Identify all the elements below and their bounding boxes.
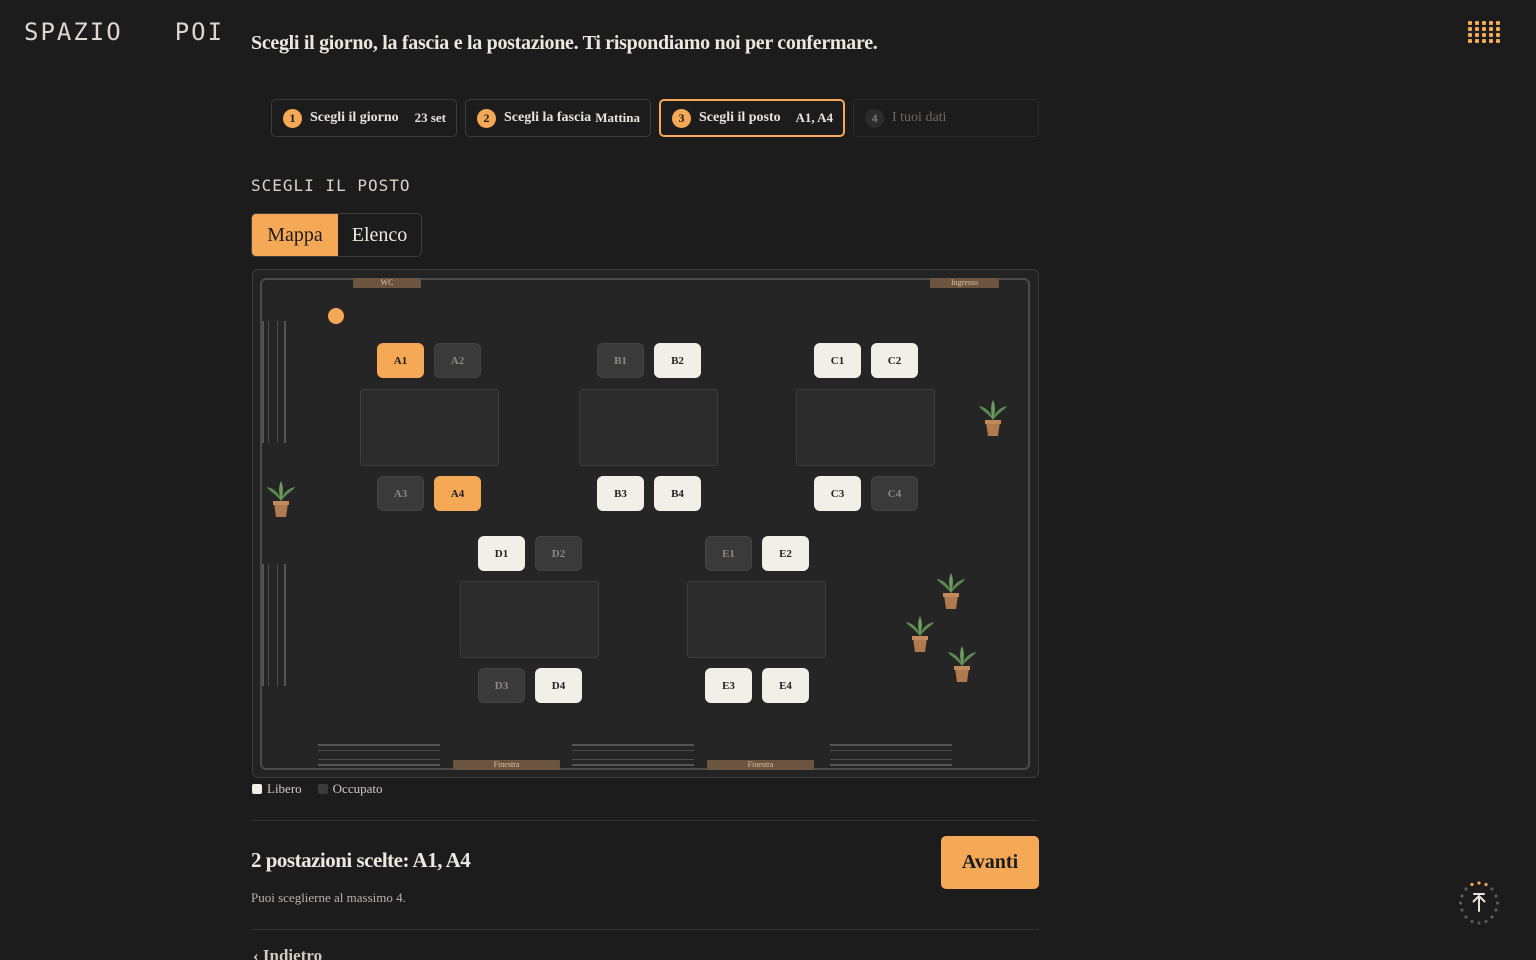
plant-icon — [906, 616, 934, 652]
seat-d1[interactable]: D1 — [478, 536, 525, 571]
desk-table-e — [687, 581, 826, 658]
plant-icon — [979, 400, 1007, 436]
legend-free-label: Libero — [267, 781, 302, 796]
plant-icon — [937, 573, 965, 609]
step-number: 1 — [283, 108, 302, 128]
brand-logo[interactable]: SPAZIO POI — [24, 18, 224, 46]
step-label: Scegli la fascia — [504, 110, 592, 125]
step-number: 2 — [477, 108, 496, 128]
selection-hint: Puoi sceglierne al massimo 4. — [251, 890, 406, 905]
seat-d2[interactable]: D2 — [535, 536, 582, 571]
wc-door: WC — [353, 278, 421, 288]
plant-icon — [267, 481, 295, 517]
next-button[interactable]: Avanti — [941, 836, 1039, 889]
selection-summary: 2 postazioni scelte: A1, A4 — [251, 848, 471, 872]
seat-c2[interactable]: C2 — [871, 343, 918, 378]
list-view-button[interactable]: Elenco — [338, 214, 421, 256]
seat-d3[interactable]: D3 — [478, 668, 525, 703]
menu-grid-icon[interactable] — [1468, 21, 1500, 43]
seat-b4[interactable]: B4 — [654, 476, 701, 511]
location-marker-icon — [328, 308, 344, 324]
step-value: 23 set — [414, 110, 446, 125]
wall-radiator — [262, 564, 286, 686]
seat-a4[interactable]: A4 — [434, 476, 481, 511]
desk-table-a — [360, 389, 499, 466]
step-details: 4 I tuoi dati — [853, 99, 1039, 137]
step-label: I tuoi dati — [892, 110, 947, 125]
divider — [252, 929, 1039, 930]
seat-a2[interactable]: A2 — [434, 343, 481, 378]
desk-table-d — [460, 581, 599, 658]
step-seat[interactable]: 3 Scegli il posto A1, A4 — [659, 99, 845, 137]
seat-c4[interactable]: C4 — [871, 476, 918, 511]
plant-icon — [948, 646, 976, 682]
seat-b2[interactable]: B2 — [654, 343, 701, 378]
seat-e3[interactable]: E3 — [705, 668, 752, 703]
window-frame — [830, 744, 952, 766]
step-number: 3 — [672, 108, 691, 128]
seat-e1[interactable]: E1 — [705, 536, 752, 571]
step-value: Mattina — [595, 110, 640, 125]
legend-busy: Occupato — [317, 781, 383, 797]
step-number: 4 — [865, 108, 884, 128]
brand-name-part1: SPAZIO — [24, 18, 123, 46]
step-value: A1, A4 — [795, 110, 833, 125]
legend-swatch — [317, 784, 328, 794]
step-slot[interactable]: 2 Scegli la fascia Mattina — [465, 99, 651, 137]
step-label: Scegli il giorno — [310, 110, 399, 125]
seat-b1[interactable]: B1 — [597, 343, 644, 378]
seat-e4[interactable]: E4 — [762, 668, 809, 703]
seat-d4[interactable]: D4 — [535, 668, 582, 703]
legend-free: Libero — [252, 781, 302, 797]
seat-e2[interactable]: E2 — [762, 536, 809, 571]
page-subtitle: Scegli il giorno, la fascia e la postazi… — [251, 32, 878, 54]
window-label: Finestra — [707, 760, 814, 770]
seat-legend: Libero Occupato — [252, 781, 382, 797]
entrance-door: Ingresso — [930, 278, 999, 288]
booking-steps: 1 Scegli il giorno 23 set 2 Scegli la fa… — [271, 99, 1039, 137]
view-toggle: Mappa Elenco — [251, 213, 422, 257]
back-link[interactable]: ‹ Indietro — [253, 946, 322, 960]
window-label: Finestra — [453, 760, 560, 770]
step-label: Scegli il posto — [699, 110, 781, 125]
step-day[interactable]: 1 Scegli il giorno 23 set — [271, 99, 457, 137]
wall-radiator — [262, 321, 286, 443]
seat-a3[interactable]: A3 — [377, 476, 424, 511]
legend-swatch — [252, 784, 262, 794]
divider — [252, 820, 1039, 821]
seat-c3[interactable]: C3 — [814, 476, 861, 511]
section-title: SCEGLI IL POSTO — [251, 176, 411, 195]
map-view-button[interactable]: Mappa — [252, 214, 338, 256]
seat-c1[interactable]: C1 — [814, 343, 861, 378]
window-frame — [572, 744, 694, 766]
desk-table-c — [796, 389, 935, 466]
scroll-to-top-icon[interactable] — [1455, 879, 1503, 927]
brand-name-part2: POI — [174, 18, 225, 46]
seat-a1[interactable]: A1 — [377, 343, 424, 378]
window-frame — [318, 744, 440, 766]
legend-busy-label: Occupato — [332, 781, 383, 796]
seat-b3[interactable]: B3 — [597, 476, 644, 511]
desk-table-b — [579, 389, 718, 466]
